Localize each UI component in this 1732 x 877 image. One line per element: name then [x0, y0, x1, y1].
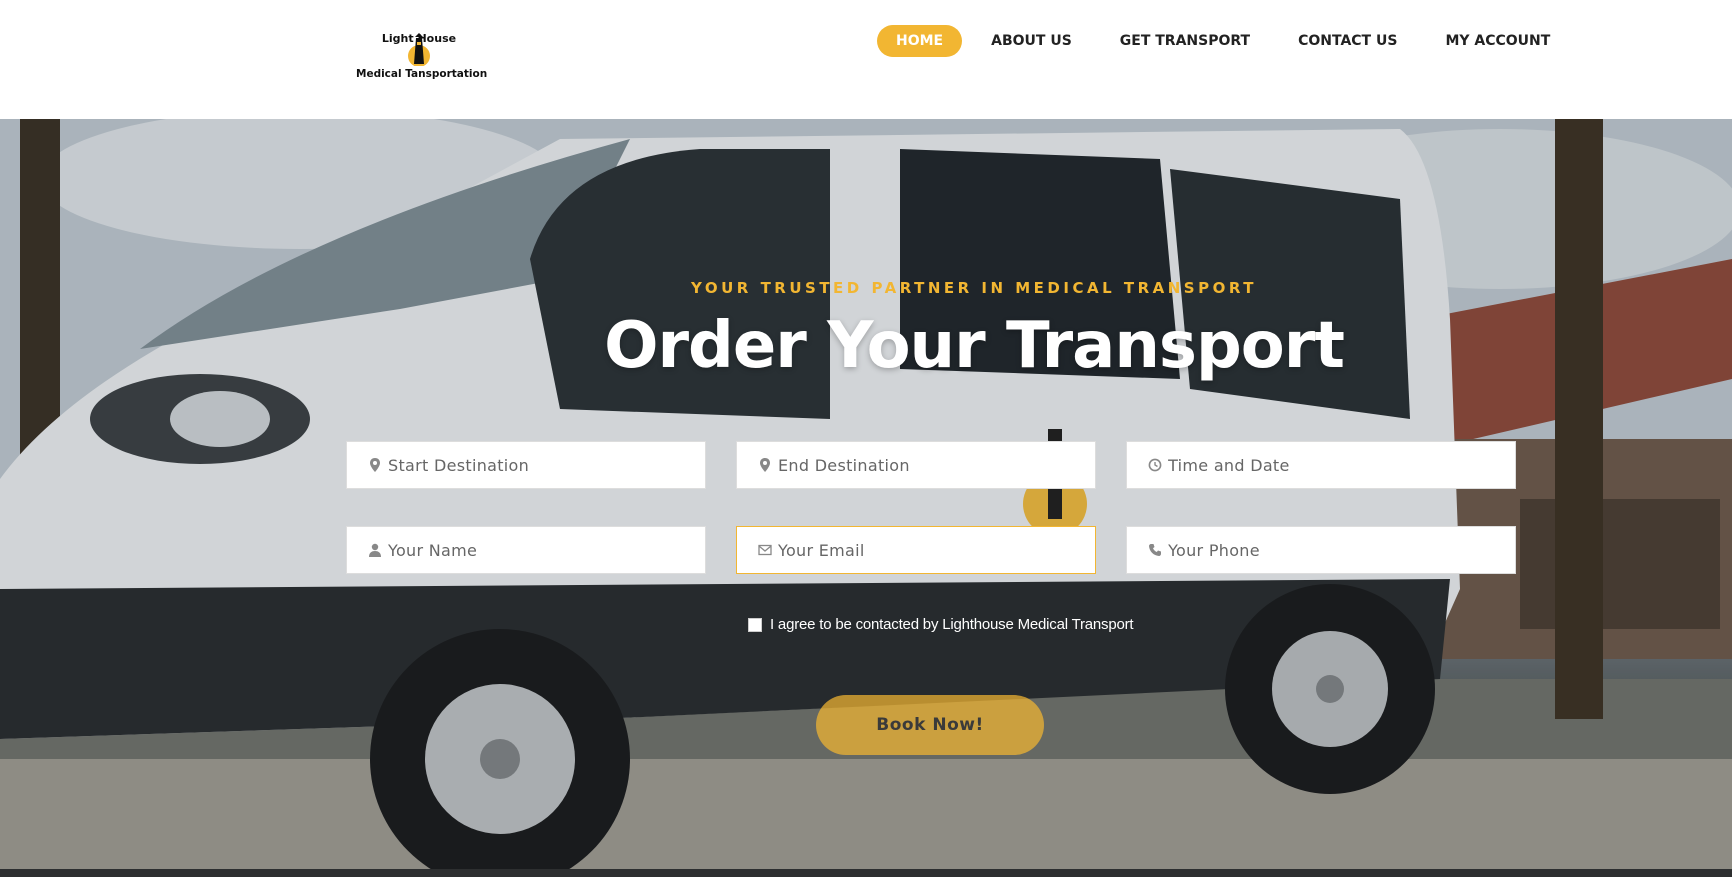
start-destination-input[interactable] — [388, 455, 705, 475]
phone-icon — [1147, 542, 1162, 558]
email-input[interactable] — [778, 540, 1095, 560]
name-field[interactable] — [346, 526, 706, 574]
hero-tagline: YOUR TRUSTED PARTNER IN MEDICAL TRANSPOR… — [691, 279, 1257, 297]
name-input[interactable] — [388, 540, 705, 560]
hero-overlay — [0, 119, 1732, 869]
start-destination-field[interactable] — [346, 441, 706, 489]
nav-contact-us[interactable]: CONTACT US — [1279, 25, 1416, 57]
site-logo[interactable]: Light House Medical Tansportation — [356, 22, 488, 86]
nav-get-transport[interactable]: GET TRANSPORT — [1101, 25, 1269, 57]
nav-about-us[interactable]: ABOUT US — [972, 25, 1091, 57]
map-pin-icon — [367, 457, 382, 473]
site-header: Light House Medical Tansportation HOME A… — [0, 0, 1732, 119]
time-date-field[interactable] — [1126, 441, 1516, 489]
nav-home[interactable]: HOME — [877, 25, 963, 57]
end-destination-input[interactable] — [778, 455, 1095, 475]
envelope-icon — [757, 542, 772, 558]
agree-consent[interactable]: I agree to be contacted by Lighthouse Me… — [748, 616, 1134, 633]
phone-field[interactable] — [1126, 526, 1516, 574]
phone-input[interactable] — [1168, 540, 1515, 560]
hero-section: YOUR TRUSTED PARTNER IN MEDICAL TRANSPOR… — [0, 119, 1732, 869]
map-pin-icon — [757, 457, 772, 473]
email-field[interactable] — [736, 526, 1096, 574]
user-icon — [367, 542, 382, 558]
footer-bar — [0, 869, 1732, 877]
end-destination-field[interactable] — [736, 441, 1096, 489]
clock-icon — [1147, 457, 1162, 473]
agree-label: I agree to be contacted by Lighthouse Me… — [770, 616, 1134, 633]
logo-text-bottom: Medical Tansportation — [356, 68, 488, 80]
agree-checkbox[interactable] — [748, 617, 762, 632]
nav-my-account[interactable]: MY ACCOUNT — [1426, 25, 1569, 57]
main-nav: HOME ABOUT US GET TRANSPORT CONTACT US M… — [877, 25, 1579, 57]
hero-title: Order Your Transport — [604, 309, 1345, 383]
book-now-button[interactable]: Book Now! — [816, 695, 1044, 755]
time-date-input[interactable] — [1168, 455, 1515, 475]
lighthouse-icon — [408, 33, 430, 66]
